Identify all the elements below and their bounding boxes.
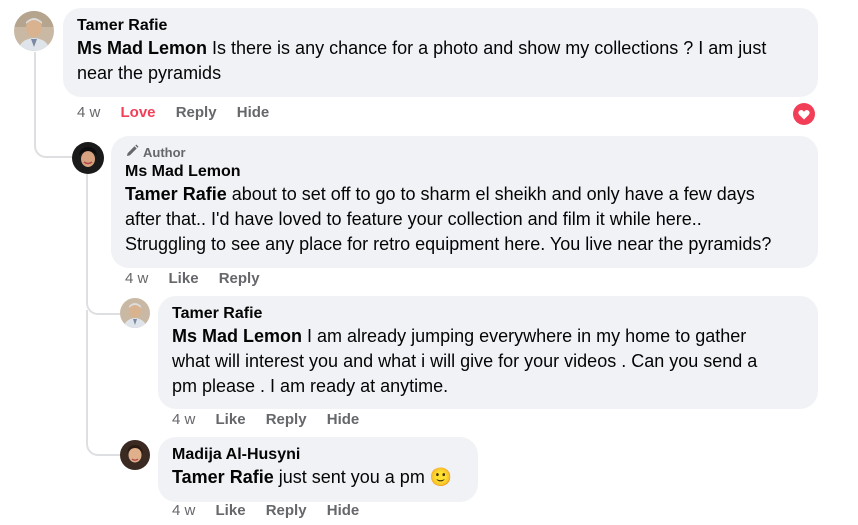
avatar[interactable] (120, 298, 150, 328)
thread-line-reply-2 (86, 310, 120, 456)
like-button[interactable]: Like (169, 269, 199, 289)
comment-actions: 4 w Like Reply Hide (172, 410, 375, 430)
like-button[interactable]: Like (216, 501, 246, 521)
smile-emoji-icon: 🙂 (429, 467, 453, 487)
hide-button[interactable]: Hide (327, 410, 360, 430)
comment-text-line: Is there is any chance for a photo and s… (212, 38, 767, 58)
avatar[interactable] (72, 142, 104, 174)
comment-text-line: about to set off to go to sharm el sheik… (231, 184, 755, 204)
love-reaction-button[interactable]: Love (121, 103, 156, 123)
author-badge: Author (125, 144, 804, 162)
mention-link[interactable]: Ms Mad Lemon (77, 38, 207, 58)
comment-bubble: Author Ms Mad Lemon Tamer Rafie about to… (111, 136, 818, 268)
reply-button[interactable]: Reply (176, 103, 217, 123)
comment-timestamp[interactable]: 4 w (172, 501, 195, 521)
comment-author-name[interactable]: Madija Al-Husyni (172, 445, 464, 465)
comment-author-name[interactable]: Tamer Rafie (172, 304, 804, 324)
mention-link[interactable]: Ms Mad Lemon (172, 326, 302, 346)
mention-link[interactable]: Tamer Rafie (125, 184, 227, 204)
reply-button[interactable]: Reply (219, 269, 260, 289)
heart-icon[interactable] (793, 103, 815, 125)
comment-text-line: pm please . I am ready at anytime. (172, 376, 449, 396)
comment-text-line: after that.. I'd have loved to feature y… (125, 209, 702, 229)
comment-text: Ms Mad Lemon I am already jumping everyw… (172, 324, 804, 399)
comment-author-name[interactable]: Ms Mad Lemon (125, 162, 804, 182)
like-button[interactable]: Like (216, 410, 246, 430)
comment-bubble: Madija Al-Husyni Tamer Rafie just sent y… (158, 437, 478, 502)
comment-text-line: I am already jumping everywhere in my ho… (307, 326, 747, 346)
comment-timestamp[interactable]: 4 w (125, 269, 148, 289)
comment-text-line: near the pyramids (77, 63, 222, 83)
hide-button[interactable]: Hide (237, 103, 270, 123)
mention-link[interactable]: Tamer Rafie (172, 467, 274, 487)
hide-button[interactable]: Hide (327, 501, 360, 521)
avatar[interactable] (120, 440, 150, 470)
comment-actions: 4 w Like Reply Hide (172, 501, 375, 521)
comment-actions: 4 w Like Reply (125, 269, 276, 289)
comment-text-body: just sent you a pm (278, 467, 425, 487)
reply-button[interactable]: Reply (266, 501, 307, 521)
comment-timestamp[interactable]: 4 w (77, 103, 100, 123)
comment-text-line: Struggling to see any place for retro eq… (125, 234, 772, 254)
author-badge-label: Author (143, 145, 186, 160)
reply-button[interactable]: Reply (266, 410, 307, 430)
comment-text: Ms Mad Lemon Is there is any chance for … (77, 36, 804, 86)
comment-bubble: Tamer Rafie Ms Mad Lemon I am already ju… (158, 296, 818, 409)
comment-author-name[interactable]: Tamer Rafie (77, 16, 804, 36)
comment-timestamp[interactable]: 4 w (172, 410, 195, 430)
comment-actions: 4 w Love Reply Hide (77, 103, 285, 123)
comment-text: Tamer Rafie just sent you a pm 🙂 (172, 465, 464, 490)
comment-text: Tamer Rafie about to set off to go to sh… (125, 182, 804, 257)
pencil-icon (125, 144, 139, 162)
comment-bubble: Tamer Rafie Ms Mad Lemon Is there is any… (63, 8, 818, 97)
avatar[interactable] (14, 11, 54, 51)
comment-text-line: what will interest you and what i will g… (172, 351, 758, 371)
